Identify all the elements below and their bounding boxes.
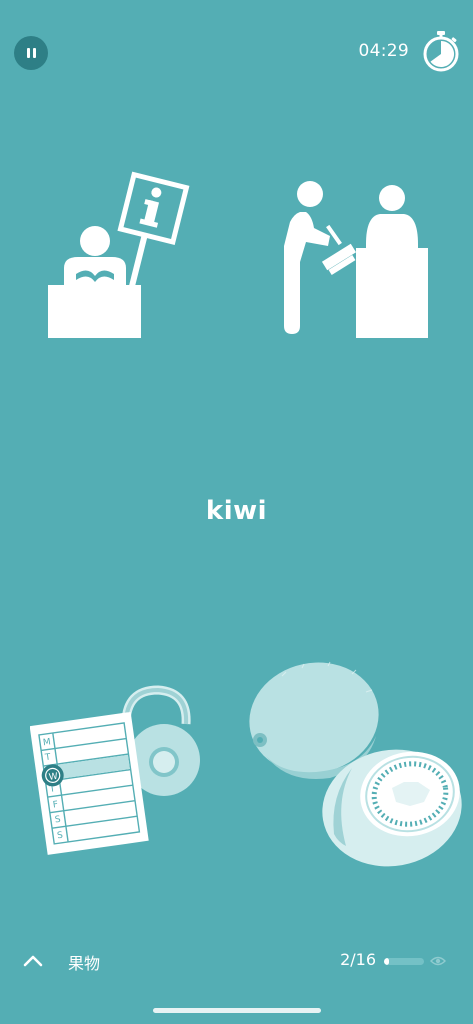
choice-kiwi[interactable] — [242, 656, 464, 874]
stopwatch-icon — [423, 31, 459, 72]
progress-bar-fill — [384, 958, 389, 965]
svg-text:W: W — [48, 772, 58, 783]
pause-icon-bar — [32, 48, 36, 58]
timer-display: 04:29 — [358, 41, 409, 61]
bottom-bar: 果物 2/16 — [0, 944, 473, 978]
choice-checkout-counter[interactable] — [276, 176, 432, 344]
pause-icon — [26, 48, 30, 58]
category-label: 果物 — [68, 954, 101, 973]
choice-information-desk[interactable] — [44, 170, 194, 342]
chevron-up-icon[interactable] — [22, 950, 44, 972]
choice-workout-schedule[interactable]: M T T F S S W — [30, 682, 206, 856]
home-indicator — [153, 1008, 321, 1013]
pause-button[interactable] — [14, 36, 48, 70]
quiz-screen: 04:29 kiwi M T T F S S W 果物 2/16 — [0, 0, 473, 1024]
progress-bar — [384, 958, 424, 965]
svg-text:M: M — [42, 737, 51, 748]
eye-icon[interactable] — [430, 954, 446, 968]
progress-count: 2/16 — [340, 950, 376, 969]
quiz-word: kiwi — [205, 496, 268, 526]
